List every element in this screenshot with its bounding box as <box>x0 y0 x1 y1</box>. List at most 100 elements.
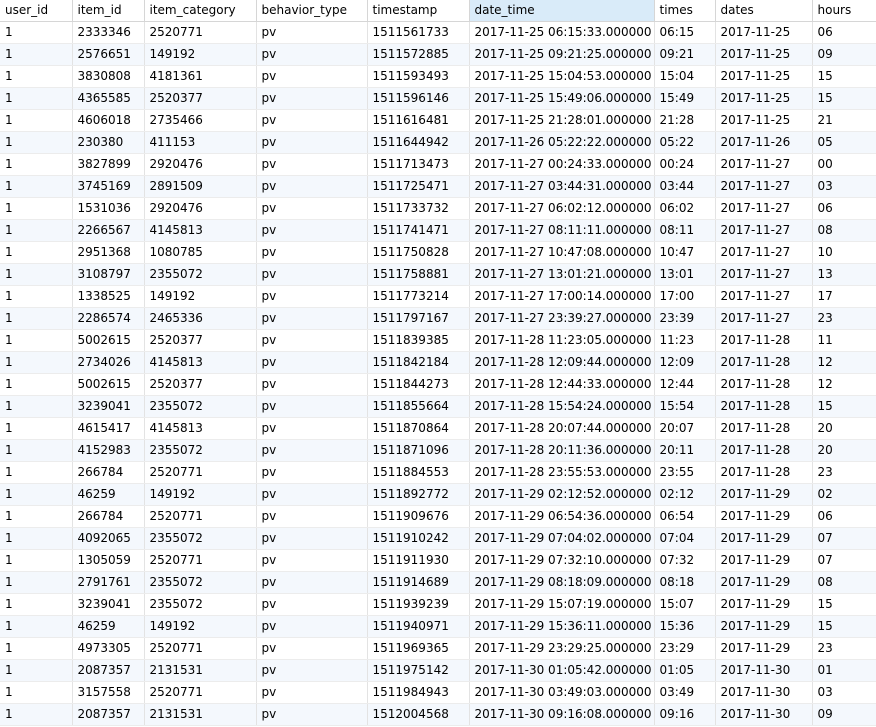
cell-dates[interactable]: 2017-11-25 <box>715 43 813 66</box>
cell-item-id[interactable]: 4973305 <box>72 637 145 660</box>
cell-item-id[interactable]: 2286574 <box>72 307 145 330</box>
cell-item-category[interactable]: 2131531 <box>144 703 257 726</box>
cell-timestamp[interactable]: 1511596146 <box>367 87 470 110</box>
cell-user-id[interactable]: 1 <box>0 285 73 308</box>
cell-item-id[interactable]: 2087357 <box>72 659 145 682</box>
cell-hours[interactable]: 12 <box>812 351 876 374</box>
cell-behavior-type[interactable]: pv <box>256 43 368 66</box>
cell-behavior-type[interactable]: pv <box>256 549 368 572</box>
cell-date-time[interactable]: 2017-11-29 08:18:09.000000 <box>469 571 655 594</box>
cell-times[interactable]: 03:49 <box>654 681 716 704</box>
cell-hours[interactable]: 15 <box>812 87 876 110</box>
cell-timestamp[interactable]: 1511713473 <box>367 153 470 176</box>
cell-hours[interactable]: 15 <box>812 65 876 88</box>
cell-user-id[interactable]: 1 <box>0 197 73 220</box>
cell-timestamp[interactable]: 1511914689 <box>367 571 470 594</box>
cell-timestamp[interactable]: 1511572885 <box>367 43 470 66</box>
cell-behavior-type[interactable]: pv <box>256 241 368 264</box>
cell-times[interactable]: 00:24 <box>654 153 716 176</box>
cell-item-category[interactable]: 149192 <box>144 483 257 506</box>
cell-item-id[interactable]: 4615417 <box>72 417 145 440</box>
cell-times[interactable]: 12:44 <box>654 373 716 396</box>
cell-dates[interactable]: 2017-11-28 <box>715 417 813 440</box>
cell-times[interactable]: 15:36 <box>654 615 716 638</box>
cell-date-time[interactable]: 2017-11-27 10:47:08.000000 <box>469 241 655 264</box>
column-header-hours[interactable]: hours <box>812 0 876 22</box>
column-header-item-id[interactable]: item_id <box>72 0 145 22</box>
cell-hours[interactable]: 12 <box>812 373 876 396</box>
cell-item-id[interactable]: 1531036 <box>72 197 145 220</box>
cell-behavior-type[interactable]: pv <box>256 417 368 440</box>
table-row[interactable]: 1 3830808 4181361 pv 1511593493 2017-11-25 15… <box>0 65 876 88</box>
cell-hours[interactable]: 15 <box>812 615 876 638</box>
cell-dates[interactable]: 2017-11-27 <box>715 219 813 242</box>
cell-timestamp[interactable]: 1511593493 <box>367 65 470 88</box>
cell-item-id[interactable]: 4092065 <box>72 527 145 550</box>
cell-times[interactable]: 12:09 <box>654 351 716 374</box>
cell-user-id[interactable]: 1 <box>0 131 73 154</box>
column-header-date-time[interactable]: date_time <box>469 0 655 22</box>
cell-date-time[interactable]: 2017-11-28 11:23:05.000000 <box>469 329 655 352</box>
cell-times[interactable]: 06:54 <box>654 505 716 528</box>
table-row[interactable]: 1 4152983 2355072 pv 1511871096 2017-11-28 20… <box>0 439 876 462</box>
cell-behavior-type[interactable]: pv <box>256 373 368 396</box>
cell-date-time[interactable]: 2017-11-30 03:49:03.000000 <box>469 681 655 704</box>
cell-user-id[interactable]: 1 <box>0 241 73 264</box>
cell-item-id[interactable]: 5002615 <box>72 373 145 396</box>
cell-user-id[interactable]: 1 <box>0 329 73 352</box>
cell-user-id[interactable]: 1 <box>0 439 73 462</box>
cell-item-category[interactable]: 1080785 <box>144 241 257 264</box>
cell-times[interactable]: 15:54 <box>654 395 716 418</box>
cell-hours[interactable]: 23 <box>812 461 876 484</box>
cell-user-id[interactable]: 1 <box>0 681 73 704</box>
cell-item-category[interactable]: 2520377 <box>144 87 257 110</box>
cell-item-id[interactable]: 2266567 <box>72 219 145 242</box>
column-header-times[interactable]: times <box>654 0 716 22</box>
cell-item-id[interactable]: 2087357 <box>72 703 145 726</box>
cell-times[interactable]: 08:18 <box>654 571 716 594</box>
cell-dates[interactable]: 2017-11-25 <box>715 87 813 110</box>
cell-dates[interactable]: 2017-11-25 <box>715 21 813 44</box>
cell-behavior-type[interactable]: pv <box>256 87 368 110</box>
cell-behavior-type[interactable]: pv <box>256 527 368 550</box>
cell-item-category[interactable]: 149192 <box>144 615 257 638</box>
cell-hours[interactable]: 07 <box>812 527 876 550</box>
cell-hours[interactable]: 03 <box>812 681 876 704</box>
cell-timestamp[interactable]: 1512004568 <box>367 703 470 726</box>
cell-dates[interactable]: 2017-11-28 <box>715 351 813 374</box>
column-header-user-id[interactable]: user_id <box>0 0 73 22</box>
cell-item-category[interactable]: 2520771 <box>144 681 257 704</box>
cell-date-time[interactable]: 2017-11-25 09:21:25.000000 <box>469 43 655 66</box>
cell-dates[interactable]: 2017-11-27 <box>715 197 813 220</box>
cell-times[interactable]: 02:12 <box>654 483 716 506</box>
table-row[interactable]: 1 3239041 2355072 pv 1511855664 2017-11-28 15… <box>0 395 876 418</box>
cell-item-category[interactable]: 2355072 <box>144 593 257 616</box>
cell-date-time[interactable]: 2017-11-29 23:29:25.000000 <box>469 637 655 660</box>
cell-item-id[interactable]: 4365585 <box>72 87 145 110</box>
cell-hours[interactable]: 02 <box>812 483 876 506</box>
cell-timestamp[interactable]: 1511870864 <box>367 417 470 440</box>
cell-item-category[interactable]: 411153 <box>144 131 257 154</box>
cell-hours[interactable]: 23 <box>812 307 876 330</box>
cell-item-id[interactable]: 46259 <box>72 483 145 506</box>
cell-user-id[interactable]: 1 <box>0 549 73 572</box>
cell-behavior-type[interactable]: pv <box>256 329 368 352</box>
cell-item-category[interactable]: 2891509 <box>144 175 257 198</box>
cell-behavior-type[interactable]: pv <box>256 571 368 594</box>
cell-times[interactable]: 11:23 <box>654 329 716 352</box>
cell-item-id[interactable]: 3239041 <box>72 593 145 616</box>
cell-dates[interactable]: 2017-11-28 <box>715 461 813 484</box>
cell-item-id[interactable]: 2791761 <box>72 571 145 594</box>
cell-user-id[interactable]: 1 <box>0 351 73 374</box>
cell-timestamp[interactable]: 1511940971 <box>367 615 470 638</box>
cell-timestamp[interactable]: 1511844273 <box>367 373 470 396</box>
cell-dates[interactable]: 2017-11-29 <box>715 527 813 550</box>
table-row[interactable]: 1 5002615 2520377 pv 1511839385 2017-11-28 11… <box>0 329 876 352</box>
cell-item-category[interactable]: 2520771 <box>144 505 257 528</box>
cell-dates[interactable]: 2017-11-29 <box>715 549 813 572</box>
cell-times[interactable]: 20:07 <box>654 417 716 440</box>
cell-hours[interactable]: 06 <box>812 197 876 220</box>
column-header-behavior-type[interactable]: behavior_type <box>256 0 368 22</box>
cell-hours[interactable]: 05 <box>812 131 876 154</box>
cell-item-category[interactable]: 4145813 <box>144 417 257 440</box>
